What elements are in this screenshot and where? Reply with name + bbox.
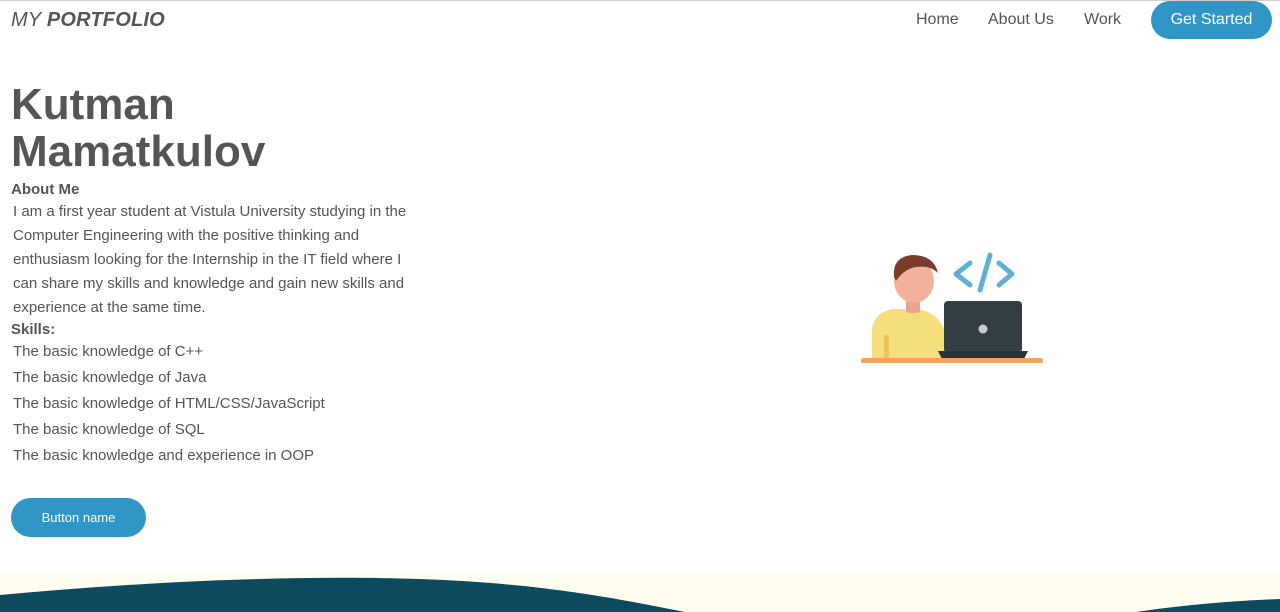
skill-item: The basic knowledge and experience in OO… [13,447,315,464]
nav-link-home[interactable]: Home [916,11,959,29]
skill-item: The basic knowledge of SQL [13,421,205,438]
about-text: I am a first year student at Vistula Uni… [13,203,407,316]
footer-wave [0,573,1280,612]
page-title: Kutman Mamatkulov [11,81,265,175]
nav-link-about-us[interactable]: About Us [988,11,1054,29]
nav-link-work[interactable]: Work [1084,11,1121,29]
logo-bold: PORTFOLIO [46,9,165,31]
code-brackets-icon [953,252,1015,293]
skill-item: The basic knowledge of C++ [13,343,204,360]
name-last: Mamatkulov [11,127,266,176]
name-first: Kutman [11,80,175,129]
skill-item: The basic knowledge of Java [13,369,207,386]
navbar: MY PORTFOLIO Home About Us Work Get Star… [0,1,1280,39]
about-heading: About Me [11,181,80,198]
developer-illustration [861,252,1043,363]
skills-heading: Skills: [11,321,56,338]
site-logo[interactable]: MY PORTFOLIO [11,9,165,32]
skills-list: The basic knowledge of C++ The basic kno… [13,339,325,469]
skill-item: The basic knowledge of HTML/CSS/JavaScri… [13,395,325,412]
portfolio-page: MY PORTFOLIO Home About Us Work Get Star… [0,0,1280,612]
get-started-button[interactable]: Get Started [1151,1,1272,39]
hero-button[interactable]: Button name [11,498,146,537]
logo-prefix: MY [11,9,42,31]
